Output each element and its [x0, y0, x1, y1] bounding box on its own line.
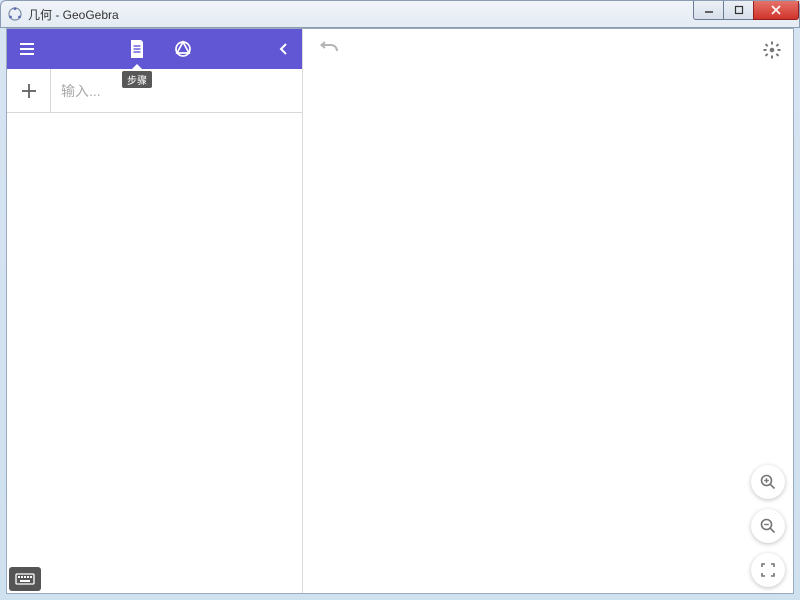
tab-algebra[interactable]: 步骤	[125, 37, 149, 61]
zoom-out-button[interactable]	[751, 509, 785, 543]
maximize-button[interactable]	[723, 1, 753, 20]
close-button[interactable]	[753, 1, 799, 20]
virtual-keyboard-button[interactable]	[9, 567, 41, 591]
collapse-panel-button[interactable]	[266, 29, 302, 69]
toolbar: 步骤	[7, 29, 302, 69]
window-controls	[693, 1, 799, 20]
tooltip-steps: 步骤	[122, 71, 152, 88]
algebra-view[interactable]	[7, 113, 302, 593]
input-cell	[51, 69, 302, 112]
left-panel: 步骤	[7, 29, 303, 593]
zoom-in-button[interactable]	[751, 465, 785, 499]
app-icon	[7, 6, 23, 22]
app-frame: 步骤	[6, 28, 794, 594]
view-controls	[751, 465, 785, 587]
minimize-button[interactable]	[693, 1, 723, 20]
window-title: 几何 - GeoGebra	[28, 6, 119, 23]
tab-tools[interactable]	[171, 37, 195, 61]
menu-button[interactable]	[7, 29, 47, 69]
input-row	[7, 69, 302, 113]
settings-button[interactable]	[759, 37, 785, 63]
graphics-view[interactable]	[303, 29, 793, 593]
active-tab-indicator	[132, 64, 142, 69]
add-button[interactable]	[7, 69, 51, 112]
algebra-input[interactable]	[61, 83, 292, 99]
fullscreen-button[interactable]	[751, 553, 785, 587]
undo-button[interactable]	[317, 37, 343, 63]
window-titlebar: 几何 - GeoGebra	[0, 0, 800, 28]
